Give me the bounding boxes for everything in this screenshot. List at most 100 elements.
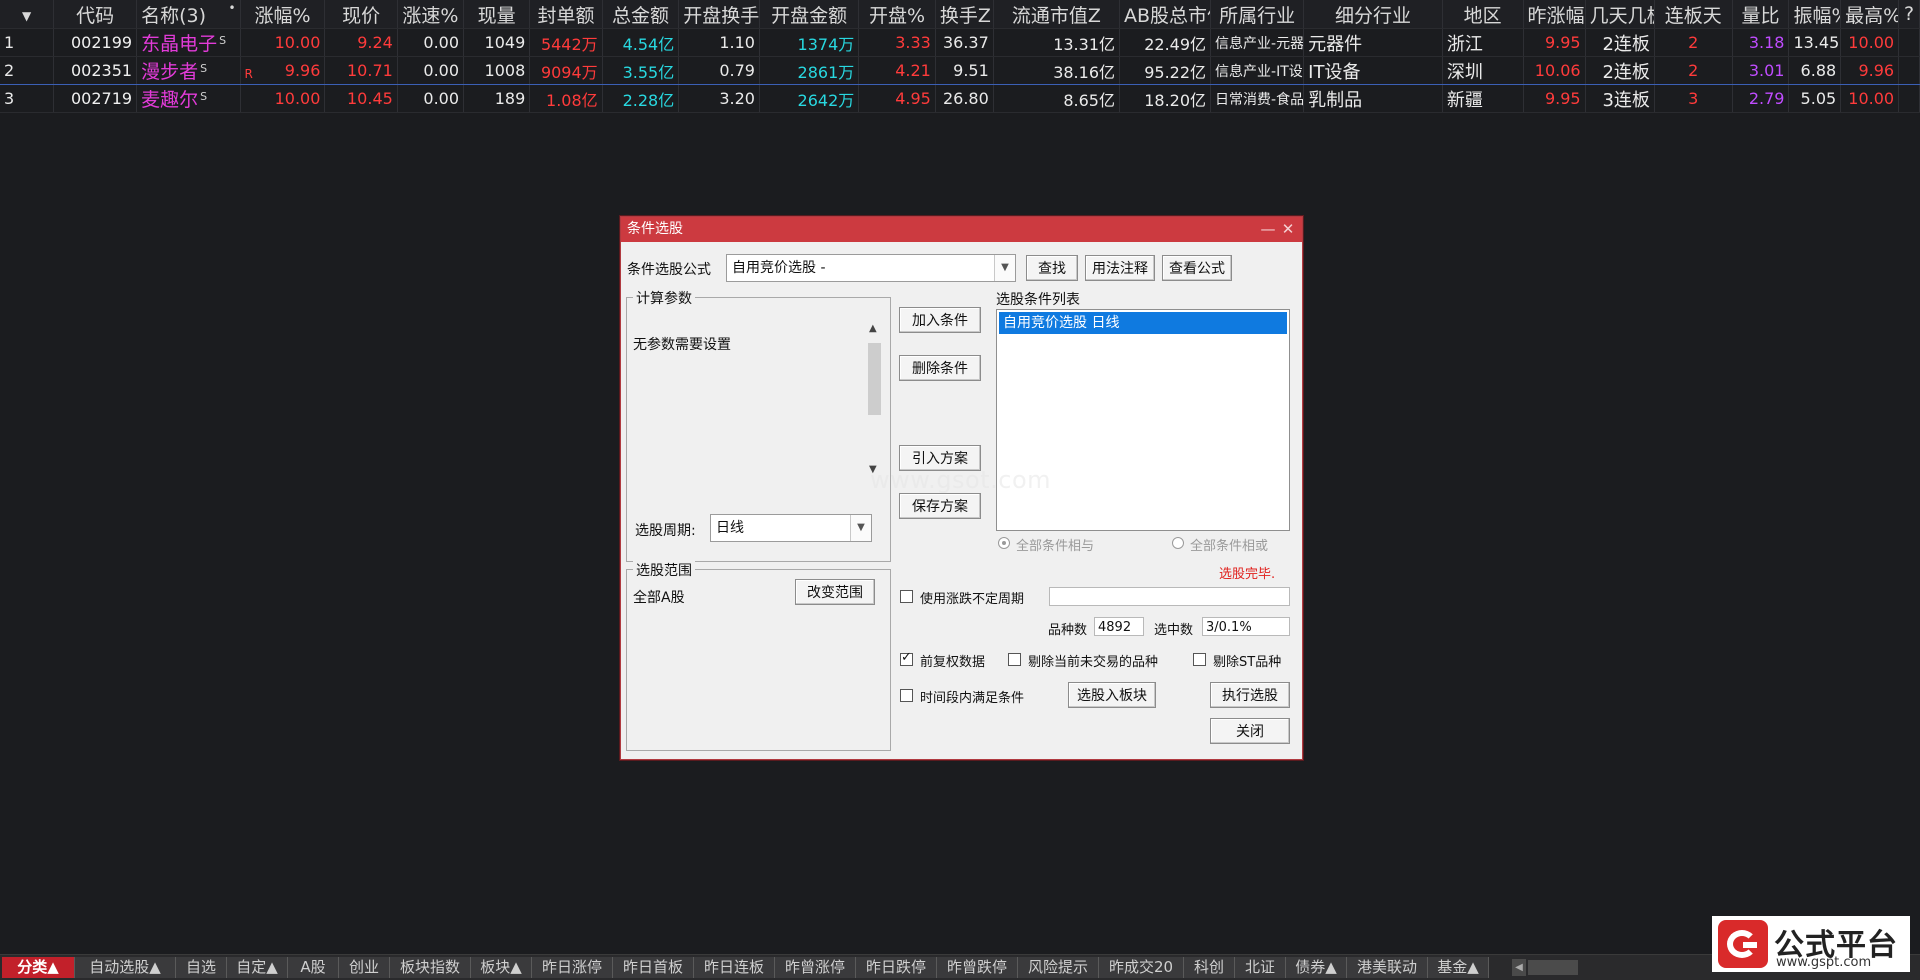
execute-button[interactable]: 执行选股 — [1210, 682, 1290, 708]
tab-sectors[interactable]: 板块▲ — [471, 957, 532, 978]
tab-chinext[interactable]: 创业 — [339, 957, 390, 978]
header-total-mv[interactable]: AB股总市值 — [1119, 0, 1212, 29]
find-button[interactable]: 查找 — [1026, 255, 1078, 281]
header-turnover[interactable]: 换手Z — [935, 0, 994, 29]
period-checkbox[interactable] — [900, 590, 913, 603]
tab-custom[interactable]: 自定▲ — [227, 957, 288, 978]
tab-scroll-left-icon[interactable]: ◀ — [1512, 959, 1526, 976]
header-open-pct[interactable]: 开盘% — [858, 0, 936, 29]
tab-a-shares[interactable]: A股 — [288, 957, 339, 978]
amplitude: 6.88 — [1788, 56, 1842, 85]
tab-category[interactable]: 分类▲ — [2, 957, 75, 978]
scope-group-title: 选股范围 — [633, 560, 695, 580]
tab-yesterday-first-board[interactable]: 昨日首板 — [613, 957, 694, 978]
chevron-down-icon[interactable]: ▼ — [850, 515, 871, 541]
header-volume[interactable]: 现量 — [463, 0, 531, 29]
save-scheme-button[interactable]: 保存方案 — [899, 493, 981, 519]
stock-name-cell: 麦趣尔 S — [136, 84, 241, 113]
period-select[interactable]: 日线 ▼ — [710, 514, 872, 542]
header-price[interactable]: 现价 — [324, 0, 398, 29]
tab-yesterday-limit-up[interactable]: 昨日涨停 — [532, 957, 613, 978]
params-scrollbar[interactable]: ▲ ▼ — [866, 323, 883, 475]
delete-condition-button[interactable]: 删除条件 — [899, 355, 981, 381]
logo-url: www.gspt.com — [1776, 955, 1872, 970]
radio-all-or-label: 全部条件相或 — [1190, 539, 1269, 554]
header-speed[interactable]: 涨速% — [397, 0, 465, 29]
view-formula-button[interactable]: 查看公式 — [1162, 255, 1232, 281]
open-turnover: 1.10 — [678, 28, 760, 57]
scroll-up-icon[interactable]: ▲ — [869, 323, 877, 334]
header-prev-change[interactable]: 昨涨幅% — [1523, 0, 1586, 29]
exclude-st-checkbox[interactable] — [1193, 653, 1206, 666]
header-help[interactable]: ? — [1898, 0, 1920, 29]
chevron-down-icon[interactable]: ▼ — [994, 255, 1015, 281]
header-seal-amount[interactable]: 封单额 — [529, 0, 603, 29]
header-code[interactable]: 代码 — [53, 0, 138, 29]
tab-funds[interactable]: 基金▲ — [1428, 957, 1489, 978]
header-region[interactable]: 地区 — [1442, 0, 1524, 29]
tab-yesterday-consecutive[interactable]: 昨日连板 — [694, 957, 775, 978]
radio-all-or[interactable] — [1172, 537, 1184, 549]
usage-notes-button[interactable]: 用法注释 — [1085, 255, 1155, 281]
sub-industry: 乳制品 — [1303, 84, 1443, 113]
tab-sector-index[interactable]: 板块指数 — [390, 957, 471, 978]
region: 新疆 — [1442, 84, 1524, 113]
close-icon[interactable]: ✕ — [1278, 217, 1298, 242]
prev-change: 10.06 — [1523, 56, 1586, 85]
exclude-untraded-checkbox[interactable] — [1008, 653, 1021, 666]
price: 9.24 — [324, 28, 398, 57]
tab-yesterday-limit-down[interactable]: 昨日跌停 — [856, 957, 937, 978]
volume-ratio: 3.01 — [1732, 56, 1790, 85]
condition-list-item[interactable]: 自用竞价选股 日线 — [999, 312, 1287, 334]
header-industry[interactable]: 所属行业 — [1210, 0, 1305, 29]
header-name[interactable]: 名称(3) • — [136, 0, 241, 29]
tab-bonds[interactable]: 债券▲ — [1286, 957, 1347, 978]
volume: 1049 — [463, 28, 531, 57]
add-condition-button[interactable]: 加入条件 — [899, 307, 981, 333]
volume: 1008 — [463, 56, 531, 85]
exclude-untraded-label: 剔除当前未交易的品种 — [1028, 655, 1159, 670]
tab-yesterday-touched-down[interactable]: 昨曾跌停 — [937, 957, 1018, 978]
tab-beijing[interactable]: 北证 — [1235, 957, 1286, 978]
sort-menu-arrow[interactable]: ▼ — [0, 0, 55, 29]
minimize-icon[interactable]: — — [1258, 217, 1278, 242]
header-float-mv[interactable]: 流通市值Z — [993, 0, 1121, 29]
tab-yesterday-top20[interactable]: 昨成交20 — [1099, 957, 1184, 978]
header-open-amount[interactable]: 开盘金额 — [759, 0, 860, 29]
timeframe-checkbox[interactable] — [900, 689, 913, 702]
table-row[interactable]: 3 002719 麦趣尔 S 10.00 10.45 0.00 189 1.08亿… — [0, 84, 1920, 113]
header-streak[interactable]: 连板天 — [1654, 0, 1733, 29]
header-high-pct[interactable]: 最高% — [1840, 0, 1900, 29]
radio-all-and[interactable] — [998, 537, 1010, 549]
tab-yesterday-touched-up[interactable]: 昨曾涨停 — [775, 957, 856, 978]
header-total-amount[interactable]: 总金额 — [602, 0, 680, 29]
tab-hk-us-link[interactable]: 港美联动 — [1347, 957, 1428, 978]
tab-star-market[interactable]: 科创 — [1184, 957, 1235, 978]
scroll-thumb[interactable] — [868, 343, 881, 415]
header-amplitude[interactable]: 振幅% — [1788, 0, 1842, 29]
tab-scrollbar[interactable] — [1528, 960, 1578, 975]
count-value: 4892 — [1094, 617, 1144, 636]
change-scope-button[interactable]: 改变范围 — [795, 579, 875, 605]
tab-auto-pick[interactable]: 自动选股▲ — [75, 957, 176, 978]
formula-label: 条件选股公式 — [627, 262, 711, 278]
turnover: 36.37 — [935, 28, 994, 57]
table-row[interactable]: 1 002199 东晶电子 S 10.00 9.24 0.00 1049 5442… — [0, 28, 1920, 57]
selected-value: 3/0.1% — [1202, 617, 1290, 636]
period-input[interactable] — [1049, 587, 1290, 606]
table-row[interactable]: 2 002351 漫步者 S R 9.96 10.71 0.00 1008 9094… — [0, 56, 1920, 85]
adjust-checkbox[interactable] — [900, 650, 913, 666]
to-block-button[interactable]: 选股入板块 — [1068, 682, 1156, 708]
stock-name-cell: 东晶电子 S — [136, 28, 241, 57]
header-open-turnover[interactable]: 开盘换手Z — [678, 0, 760, 29]
tab-risk-alert[interactable]: 风险提示 — [1018, 957, 1099, 978]
header-boards[interactable]: 几天几板 — [1585, 0, 1655, 29]
dialog-titlebar[interactable]: 条件选股 — ✕ — [621, 217, 1302, 242]
dialog-close-button[interactable]: 关闭 — [1210, 718, 1290, 744]
header-sub-industry[interactable]: 细分行业 — [1303, 0, 1443, 29]
header-volume-ratio[interactable]: 量比 — [1732, 0, 1790, 29]
header-change-pct[interactable]: 涨幅% — [240, 0, 326, 29]
condition-list[interactable]: 自用竞价选股 日线 — [996, 309, 1290, 531]
tab-watchlist[interactable]: 自选 — [176, 957, 227, 978]
formula-select[interactable]: 自用竞价选股 - ▼ — [726, 254, 1016, 282]
